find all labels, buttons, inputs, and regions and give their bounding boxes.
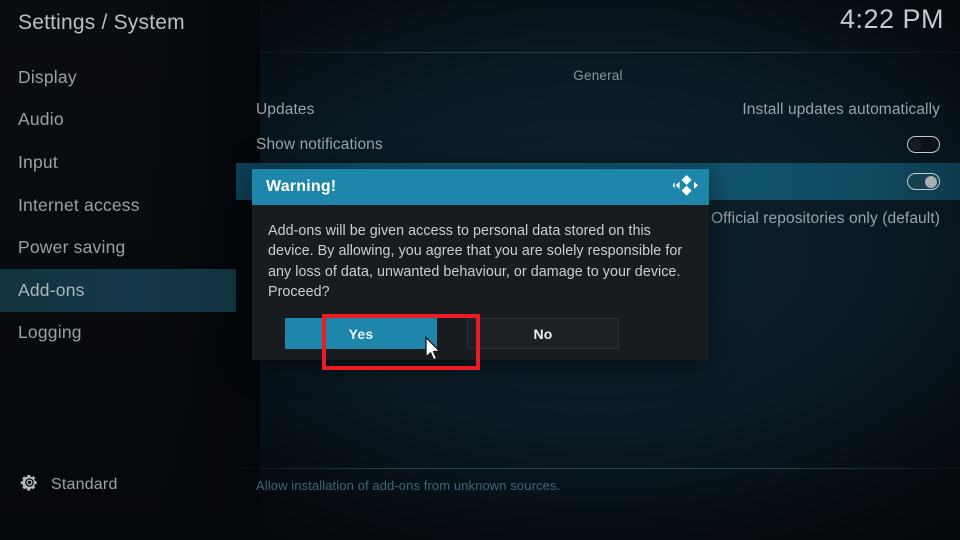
unknown-sources-toggle[interactable] [907, 173, 940, 190]
toggle-knob [924, 175, 937, 188]
sidebar-item-label: Audio [18, 109, 64, 130]
no-button[interactable]: No [467, 318, 619, 349]
sidebar-item-power-saving[interactable]: Power saving [0, 226, 236, 269]
sidebar-item-label: Input [18, 151, 58, 172]
dialog-message: Add-ons will be given access to personal… [268, 223, 683, 301]
sidebar-item-label: Logging [18, 322, 82, 343]
settings-level-button[interactable]: Standard [20, 473, 118, 497]
sidebar-item-logging[interactable]: Logging [0, 312, 236, 355]
kodi-settings-screen: Settings / System 4:22 PM Display Audio … [0, 0, 960, 540]
setting-row-show-notifications[interactable]: Show notifications [236, 126, 960, 163]
section-header-general: General [573, 68, 623, 83]
gear-icon [20, 473, 39, 497]
sidebar-item-label: Power saving [18, 237, 126, 258]
sidebar-item-label: Add-ons [18, 279, 85, 300]
setting-row-updates[interactable]: Updates Install updates automatically [236, 91, 960, 128]
setting-help-text: Allow installation of add-ons from unkno… [256, 478, 561, 493]
footer-divider [236, 468, 960, 469]
sidebar-item-label: Display [18, 66, 77, 87]
dialog-titlebar: Warning! [252, 169, 709, 205]
sidebar-item-audio[interactable]: Audio [0, 99, 236, 142]
show-notifications-toggle[interactable] [907, 136, 940, 153]
kodi-logo-icon [672, 173, 699, 202]
dialog-title: Warning! [266, 178, 337, 195]
setting-label: Show notifications [256, 135, 383, 153]
settings-level-statusbar: Standard [0, 460, 236, 540]
settings-category-sidebar: Display Audio Input Internet access Powe… [0, 56, 236, 456]
warning-dialog: Warning! Add-ons will be given access to… [252, 169, 709, 360]
toggle-knob [910, 138, 922, 151]
dialog-button-row: Yes No [252, 318, 709, 349]
sidebar-item-add-ons[interactable]: Add-ons [0, 268, 236, 312]
sidebar-item-label: Internet access [18, 194, 140, 215]
sidebar-item-input[interactable]: Input [0, 141, 236, 184]
settings-level-label: Standard [51, 476, 118, 493]
page-title: Settings / System [18, 11, 185, 34]
yes-button[interactable]: Yes [285, 318, 437, 349]
setting-value: Install updates automatically [742, 100, 940, 118]
sidebar-item-internet-access[interactable]: Internet access [0, 184, 236, 227]
sidebar-item-display[interactable]: Display [0, 56, 236, 99]
setting-value: Official repositories only (default) [710, 209, 940, 227]
setting-label: Updates [256, 100, 315, 118]
